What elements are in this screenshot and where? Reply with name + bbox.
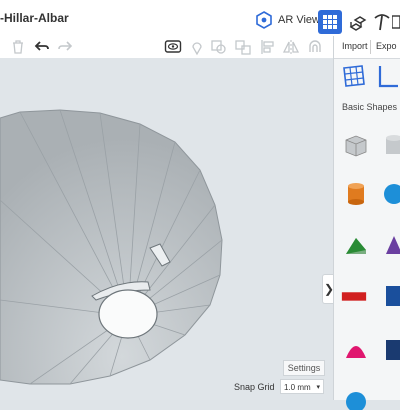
mirror-icon[interactable] bbox=[282, 38, 300, 56]
import-button[interactable]: Import bbox=[342, 41, 368, 51]
pickaxe-icon[interactable] bbox=[372, 12, 392, 32]
show-all-icon[interactable] bbox=[164, 38, 182, 56]
text-shape-icon[interactable] bbox=[340, 282, 368, 310]
blocks-icon[interactable] bbox=[348, 12, 368, 32]
cylinder-hole-icon[interactable] bbox=[380, 132, 400, 160]
wedge-icon[interactable] bbox=[380, 336, 400, 364]
ungroup-icon[interactable] bbox=[234, 38, 252, 56]
edit-toolbar bbox=[0, 36, 333, 59]
chevron-down-icon: ▾ bbox=[316, 384, 320, 391]
cruise-icon[interactable] bbox=[306, 38, 324, 56]
trash-icon[interactable] bbox=[9, 38, 27, 56]
shape-library-label[interactable]: Basic Shapes bbox=[342, 102, 397, 112]
sphere-icon[interactable] bbox=[380, 180, 400, 208]
top-bar: -Hillar-Albar AR Viewer bbox=[0, 0, 400, 37]
torus-icon[interactable] bbox=[380, 282, 400, 310]
cylinder-icon[interactable] bbox=[342, 180, 370, 208]
roof-icon[interactable] bbox=[342, 232, 370, 260]
box-hole-icon[interactable] bbox=[342, 132, 370, 160]
workplane-viewport[interactable]: ❯ bbox=[0, 58, 333, 400]
half-sphere-icon[interactable] bbox=[342, 382, 370, 410]
export-button[interactable]: Expo bbox=[376, 41, 397, 51]
3d-view-grid-button[interactable] bbox=[318, 10, 342, 34]
collapse-panel-button[interactable]: ❯ bbox=[322, 274, 333, 304]
note-pin-icon[interactable] bbox=[188, 38, 206, 56]
cone-model[interactable] bbox=[0, 58, 333, 400]
divider bbox=[370, 40, 371, 54]
snap-grid-value: 1.0 mm bbox=[284, 383, 311, 392]
workplane-icon[interactable] bbox=[340, 62, 368, 90]
redo-icon[interactable] bbox=[56, 38, 74, 56]
ruler-icon[interactable] bbox=[374, 62, 400, 90]
grid-icon bbox=[323, 15, 337, 29]
cone-icon[interactable] bbox=[380, 232, 400, 260]
snap-grid-select[interactable]: 1.0 mm ▾ bbox=[280, 379, 324, 394]
more-icon[interactable] bbox=[392, 12, 400, 32]
group-icon[interactable] bbox=[210, 38, 228, 56]
shapes-panel: Import Expo Basic Shapes bbox=[333, 36, 400, 410]
settings-button[interactable]: Settings bbox=[283, 360, 325, 376]
ar-viewer-icon bbox=[256, 11, 272, 29]
design-title[interactable]: -Hillar-Albar bbox=[0, 11, 69, 25]
align-icon[interactable] bbox=[258, 38, 276, 56]
undo-icon[interactable] bbox=[33, 38, 51, 56]
snap-grid-label: Snap Grid bbox=[234, 382, 275, 392]
import-export-bar: Import Expo bbox=[334, 36, 400, 59]
paraboloid-icon[interactable] bbox=[342, 336, 370, 364]
